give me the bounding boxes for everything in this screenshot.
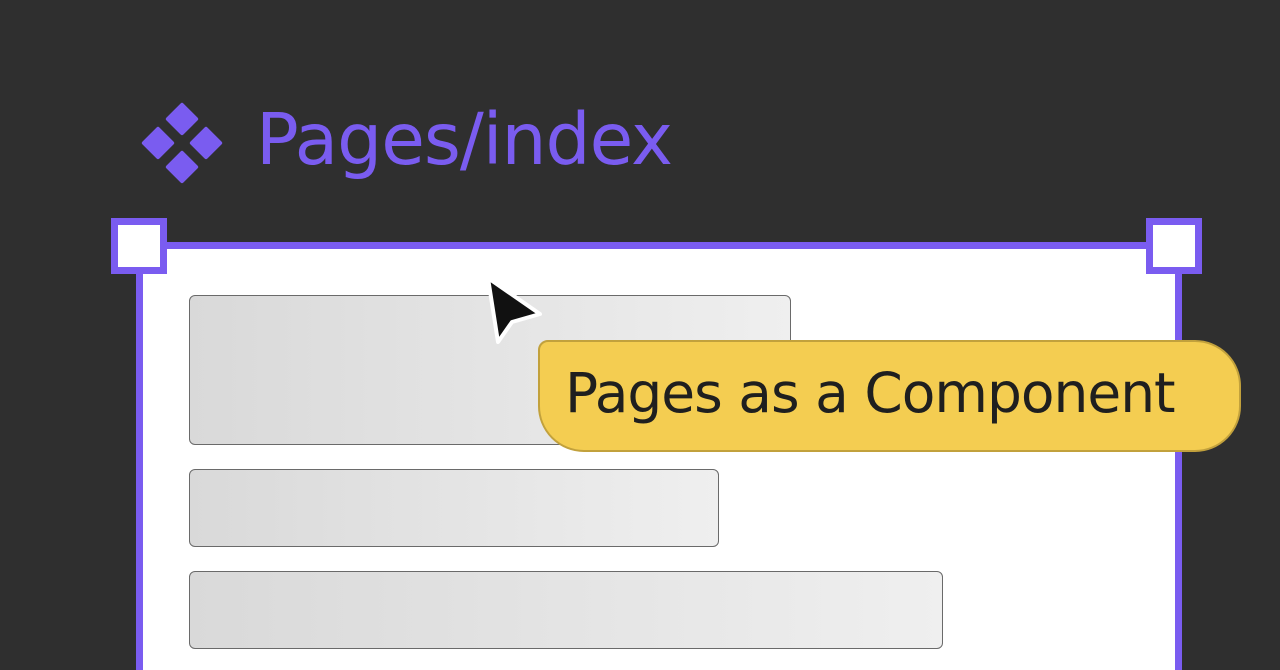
content-placeholder-block[interactable] xyxy=(189,571,943,649)
content-placeholder-block[interactable] xyxy=(189,469,719,547)
cursor-arrow-icon xyxy=(486,276,542,344)
component-label[interactable]: Pages/index xyxy=(140,97,673,188)
tooltip: Pages as a Component xyxy=(538,340,1241,452)
component-icon xyxy=(141,102,223,184)
resize-handle-top-right[interactable] xyxy=(1146,218,1202,274)
component-title: Pages/index xyxy=(256,97,673,181)
tooltip-text: Pages as a Component xyxy=(565,360,1176,425)
canvas: Pages/index Pages as a Component xyxy=(0,0,1280,670)
resize-handle-top-left[interactable] xyxy=(111,218,167,274)
